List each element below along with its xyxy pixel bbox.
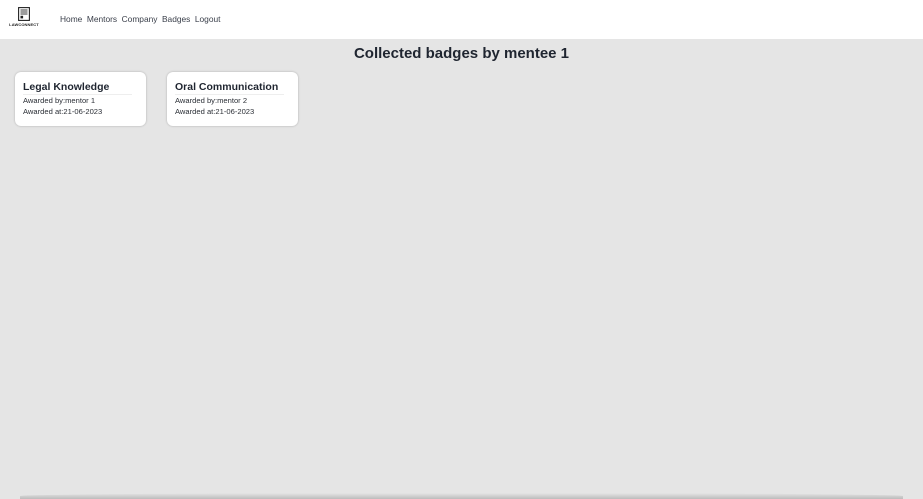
awarded-at-label: Awarded at: (23, 107, 64, 116)
awarded-by-value: mentor 2 (217, 96, 248, 105)
logo-text: LAWCONNECT (9, 22, 39, 27)
badge-title: Legal Knowledge (23, 81, 132, 95)
nav-link-badges[interactable]: Badges (162, 14, 190, 25)
awarded-by-label: Awarded by: (175, 96, 218, 105)
awarded-at-value: 21-06-2023 (63, 107, 103, 116)
awarded-at-label: Awarded at: (175, 107, 216, 116)
nav-link-home[interactable]: Home (60, 14, 82, 25)
document-icon (18, 7, 30, 21)
badge-card: Legal Knowledge Awarded by:mentor 1 Awar… (15, 72, 146, 126)
badge-title: Oral Communication (175, 81, 284, 95)
badge-awarded-by: Awarded by:mentor 1 (23, 95, 138, 106)
badge-awarded-at: Awarded at:21-06-2023 (175, 106, 290, 117)
nav-links: Home Mentors Company Badges Logout (60, 14, 225, 25)
nav-link-logout[interactable]: Logout (195, 14, 221, 25)
badge-card: Oral Communication Awarded by:mentor 2 A… (167, 72, 298, 126)
nav-link-mentors[interactable]: Mentors (87, 14, 117, 25)
bottom-shadow (20, 493, 903, 499)
nav-link-company[interactable]: Company (122, 14, 158, 25)
page-title: Collected badges by mentee 1 (353, 45, 570, 62)
badge-awarded-at: Awarded at:21-06-2023 (23, 106, 138, 117)
lawconnect-logo[interactable]: LAWCONNECT (9, 7, 39, 33)
awarded-by-value: mentor 1 (65, 96, 96, 105)
awarded-by-label: Awarded by: (23, 96, 66, 105)
awarded-at-value: 21-06-2023 (215, 107, 255, 116)
badge-awarded-by: Awarded by:mentor 2 (175, 95, 290, 106)
top-navbar: LAWCONNECT Home Mentors Company Badges L… (0, 0, 923, 39)
